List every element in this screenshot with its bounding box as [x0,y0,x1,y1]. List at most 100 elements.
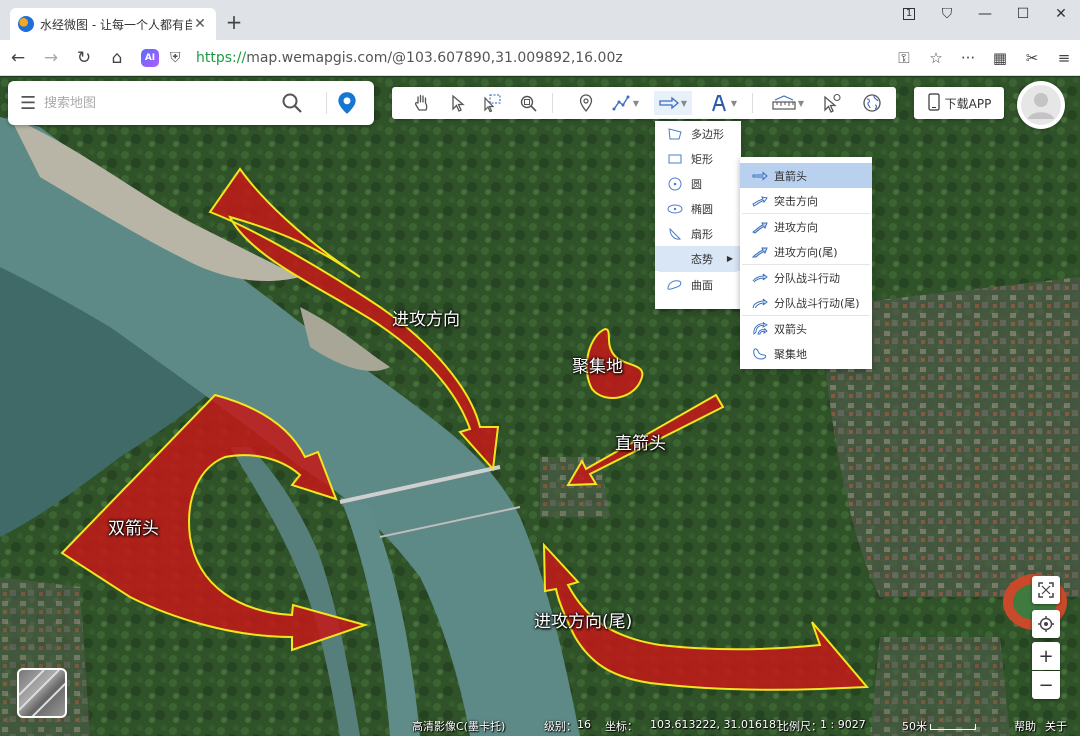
status-bar: 高清影像C(墨卡托) 级别： 16 坐标： 103.613222, 31.016… [0,714,1080,736]
menu-item-label: 态势 [691,252,713,266]
menu-item-double-arrow[interactable]: 双箭头 [740,316,872,341]
attack-direction-icon [752,222,768,234]
map-toolbar: ▼ ▼ ▼ ▼ [392,87,896,119]
satellite-imagery [0,77,1080,736]
browser-tab[interactable]: 水经微图 - 让每一个人都有自 ✕ [10,8,216,40]
back-arrow-icon[interactable]: ← [3,43,33,73]
maximize-button[interactable]: ☐ [1004,0,1042,28]
arrow-shape-button[interactable]: ▼ [654,91,692,115]
squad-action-icon [752,273,768,282]
refresh-icon[interactable]: ↻ [69,43,99,73]
box-select-button[interactable] [480,91,504,115]
locate-button[interactable] [1032,610,1060,638]
forward-arrow-icon[interactable]: → [36,43,66,73]
scissors-icon[interactable]: ✂ [1016,49,1048,67]
label-gathering-place: 聚集地 [572,357,623,377]
coord-value: 103.613222, 31.016181 [650,718,783,731]
location-pin-icon[interactable] [334,90,360,116]
close-tab-icon[interactable]: ✕ [192,16,208,32]
zoom-out-button[interactable]: − [1032,671,1060,699]
url-scheme: https:// [196,50,247,66]
site-favicon-icon [18,16,34,32]
curved-surface-icon [667,278,683,292]
polyline-button[interactable]: ▼ [608,91,642,115]
menu-item-situation[interactable]: 态势 ▶ [655,246,741,271]
text-icon [711,95,726,112]
menu-item-attack-direction-tail[interactable]: 进攻方向(尾) [740,239,872,264]
menu-item-ellipse[interactable]: 椭圆 [655,196,741,221]
help-link[interactable]: 帮助 [1014,718,1036,734]
zoom-in-button[interactable]: + [1032,642,1060,670]
menu-item-assault-direction[interactable]: 突击方向 [740,188,872,213]
menu-item-sector[interactable]: 扇形 [655,221,741,246]
menu-item-circle[interactable]: 圆 [655,171,741,196]
toolbar-divider [752,93,753,113]
shield-icon: ⛨ [170,50,181,66]
menu-item-straight-arrow[interactable]: 直箭头 [740,163,872,188]
tab-count-button[interactable]: 1 [890,0,928,28]
coord-label: 坐标： [605,720,638,733]
download-app-button[interactable]: 下载APP [914,87,1004,119]
url-text: map.wemapgis.com/@103.607890,31.009892,1… [246,50,623,66]
about-link[interactable]: 关于 [1045,718,1067,734]
select-pointer-button[interactable] [446,91,470,115]
address-bar[interactable]: ⛨ https://map.wemapgis.com/@103.607890,3… [170,44,960,72]
marker-pin-icon [579,94,593,113]
marker-button[interactable] [574,91,598,115]
assault-direction-icon [752,195,768,207]
squad-action-tail-icon [752,298,768,308]
menu-icon[interactable]: ≡ [1048,49,1080,67]
key-icon[interactable]: ⚿ [888,49,920,67]
star-icon[interactable]: ☆ [920,49,952,67]
divider [326,92,327,114]
basemap-switcher[interactable] [17,668,67,718]
minimize-button[interactable]: — [966,0,1004,28]
box-select-icon [484,94,501,113]
hamburger-menu-icon[interactable]: ☰ [8,93,44,114]
menu-item-label: 突击方向 [774,194,818,208]
sector-icon [667,227,683,241]
text-button[interactable]: ▼ [706,91,740,115]
pan-hand-button[interactable] [410,91,434,115]
user-avatar-icon [1021,85,1061,125]
phone-icon [927,92,941,114]
new-tab-button[interactable]: + [224,10,244,34]
crosshair-icon [1038,616,1054,632]
close-window-button[interactable]: ✕ [1042,0,1080,28]
menu-item-gathering-place[interactable]: 聚集地 [740,341,872,366]
globe-button[interactable] [860,91,884,115]
globe-icon [863,94,881,112]
straight-arrow-icon [752,170,768,181]
fullscreen-button[interactable] [1032,576,1060,604]
scale-value: 1 : 9027 [820,718,866,731]
ai-assistant-button[interactable]: AI [135,43,165,73]
label-attack-direction-tail: 进攻方向(尾) [534,612,633,632]
menu-item-attack-direction[interactable]: 进攻方向 [740,214,872,239]
menu-item-curved-surface[interactable]: 曲面 [655,272,741,297]
menu-item-squad-action[interactable]: 分队战斗行动 [740,265,872,290]
menu-item-squad-action-tail[interactable]: 分队战斗行动(尾) [740,290,872,315]
gathering-place-icon [753,347,767,360]
menu-item-label: 矩形 [691,152,713,166]
shirt-icon[interactable]: ⛉ [928,0,966,28]
identify-cursor-icon [824,93,841,113]
measure-ruler-button[interactable]: ▼ [768,91,808,115]
menu-item-label: 直箭头 [774,169,807,183]
menu-item-rectangle[interactable]: 矩形 [655,146,741,171]
search-input[interactable] [44,95,274,111]
identify-button[interactable] [820,91,844,115]
avatar[interactable] [1017,81,1065,129]
search-icon[interactable] [280,91,304,115]
zoom-area-button[interactable] [516,91,540,115]
menu-item-polygon[interactable]: 多边形 [655,121,741,146]
situation-submenu: 直箭头 突击方向 进攻方向 进攻方向(尾) 分队战斗行动 分队战斗行动(尾) 双… [740,157,872,369]
browser-navbar: ← → ↻ ⌂ AI ⛨ https://map.wemapgis.com/@1… [0,40,1080,76]
more-dots-icon[interactable]: ··· [952,49,984,67]
level-value: 16 [577,718,591,731]
map-canvas[interactable]: 进攻方向 聚集地 直箭头 双箭头 进攻方向(尾) ☰ ▼ ▼ [0,77,1080,736]
label-double-arrow: 双箭头 [108,519,159,539]
apps-grid-icon[interactable]: ▦ [984,49,1016,67]
menu-item-label: 多边形 [691,127,724,141]
menu-item-label: 双箭头 [774,322,807,336]
home-icon[interactable]: ⌂ [102,43,132,73]
